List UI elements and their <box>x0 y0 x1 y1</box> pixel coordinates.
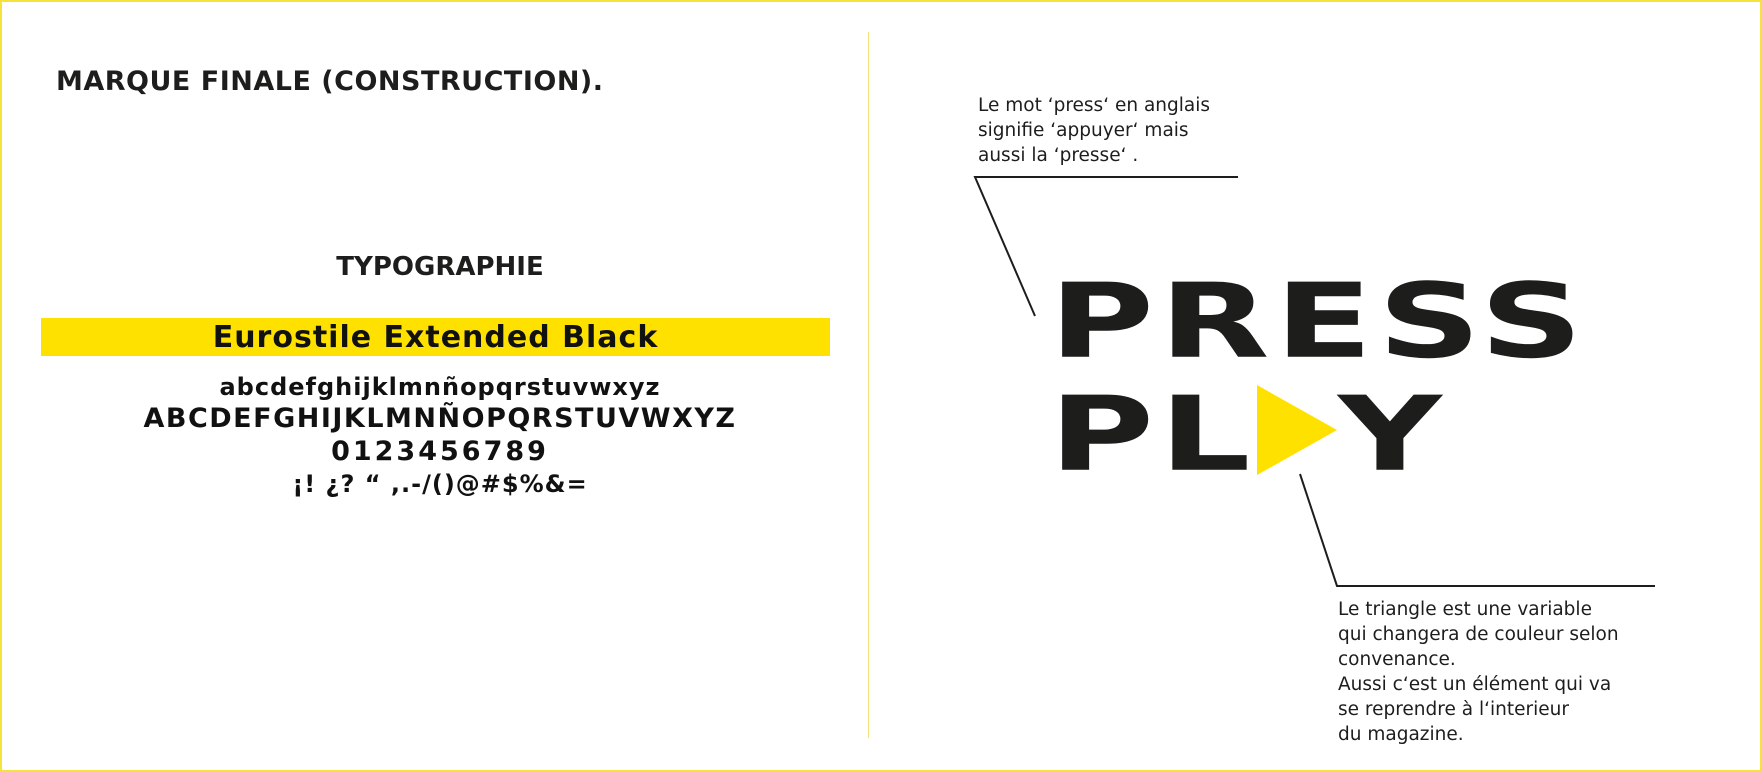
annotation-line: qui changera de couleur selon <box>1338 624 1619 645</box>
annotation-line: se reprendre à l‘interieur <box>1338 699 1569 720</box>
play-triangle-icon <box>1257 385 1337 475</box>
annotation-triangle: Le triangle est une variable qui changer… <box>1338 597 1654 747</box>
annotation-line: Le triangle est une variable <box>1338 599 1592 620</box>
logo-play-start: PL <box>1049 375 1256 495</box>
annotation-line: Aussi c‘est un élément qui va <box>1338 674 1612 695</box>
logo-press-word: PRESS <box>1049 262 1589 382</box>
annotation-line: convenance. <box>1338 649 1456 670</box>
logo-play-end: Y <box>1338 375 1442 495</box>
annotation-line: du magazine. <box>1338 724 1464 745</box>
